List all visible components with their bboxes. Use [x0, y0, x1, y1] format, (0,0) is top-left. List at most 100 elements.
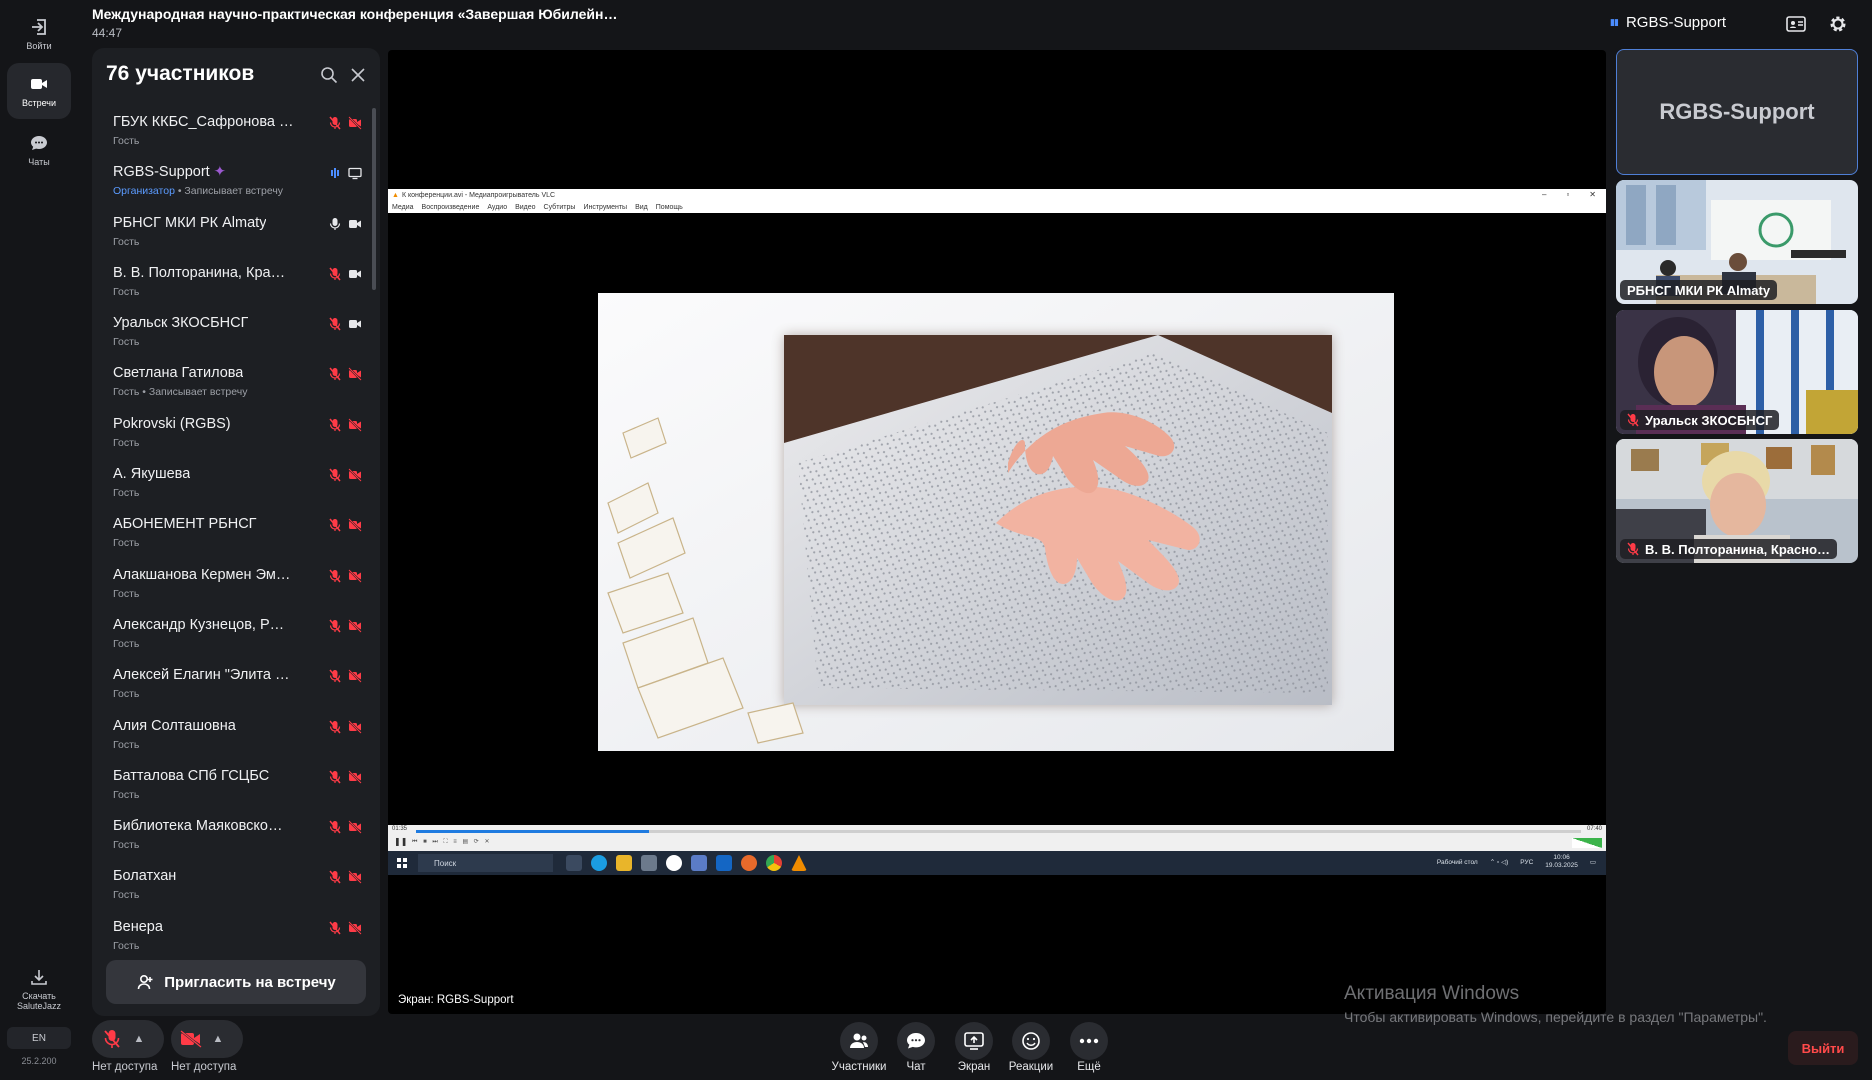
participant-status [328, 770, 362, 784]
participant-role: • Записывает встречу [174, 185, 284, 198]
rail-chats-button[interactable]: Чаты [7, 122, 71, 178]
host-video-tile[interactable]: RGBS-Support [1616, 49, 1858, 175]
participants-button[interactable] [840, 1022, 878, 1060]
participant-role-line: Гость [113, 940, 139, 952]
search-icon[interactable] [320, 66, 338, 84]
participant-name-text: Батталова СПб ГСЦБС [113, 767, 270, 784]
task-view-icon [566, 855, 582, 871]
participant-row[interactable]: Светлана Гатилова Гость • Записывает встр… [92, 355, 380, 405]
participant-name: Александр Кузнецов, Р… [113, 617, 284, 633]
participant-row[interactable]: Уральск ЗКОСБНСГ Гость [92, 305, 380, 355]
tile-label: Уральск ЗКОСБНСГ [1620, 410, 1780, 430]
participant-row[interactable]: Библиотека Маяковско… Гость [92, 808, 380, 858]
leave-button[interactable]: Выйти [1788, 1031, 1858, 1065]
meeting-timer: 44:47 [92, 26, 123, 40]
participants-scrollbar[interactable] [372, 108, 376, 290]
tray-date: 19.03.2025 [1545, 862, 1578, 869]
tray-language: РУС [1520, 858, 1534, 866]
more-button[interactable] [1070, 1022, 1108, 1060]
participant-row[interactable]: АБОНЕМЕНТ РБНСГ Гость [92, 506, 380, 556]
participant-row[interactable]: Венера Гость [92, 909, 380, 959]
store-icon [641, 855, 657, 871]
camera-status-label: Нет доступа [171, 1061, 237, 1073]
video-tile[interactable]: В. В. Полторанина, Красно… [1616, 439, 1858, 563]
participant-name: В. В. Полторанина, Кра… [113, 265, 285, 281]
video-tile[interactable]: Уральск ЗКОСБНСГ [1616, 310, 1858, 434]
participant-name-text: Алакшанова Кермен Эм… [113, 566, 291, 583]
tray-time: 10:06 [1553, 854, 1570, 861]
video-tile[interactable]: РБНСГ МКИ РК Almaty [1616, 180, 1858, 304]
participant-status [328, 870, 362, 885]
participant-role-line: Гость [113, 437, 139, 449]
participant-status [328, 116, 362, 130]
participant-role-line: Гость [113, 336, 139, 348]
chat-button[interactable] [897, 1022, 935, 1060]
windows-activation-watermark: Активация Windows Чтобы активировать Win… [1344, 983, 1767, 1025]
participant-name-text: А. Якушева [113, 466, 191, 483]
download-icon [31, 970, 47, 985]
participant-name: Венера [113, 919, 163, 935]
participant-row[interactable]: А. Якушева Гость [92, 456, 380, 506]
participant-row[interactable]: В. В. Полторанина, Кра… Гость [92, 255, 380, 305]
invite-button[interactable]: Пригласить на встречу [106, 960, 366, 1004]
vlc-volume-icon [1572, 838, 1602, 848]
participant-name: Светлана Гатилова [113, 365, 243, 381]
participant-row[interactable]: Батталова СПб ГСЦБС Гость [92, 758, 380, 808]
participant-name-text: Уральск ЗКОСБНСГ [113, 315, 249, 332]
participant-role-line: Гость [113, 588, 139, 600]
participant-row[interactable]: Болатхан Гость [92, 858, 380, 908]
vlc-menu-item: Аудио [487, 203, 508, 211]
participant-name-text: Александр Кузнецов, Р… [113, 616, 285, 633]
taskbar-search-text: Поиск [434, 858, 457, 868]
camera-off-icon [348, 116, 362, 130]
participant-status [328, 468, 362, 482]
camera-off-icon [180, 1028, 202, 1050]
participant-status [328, 217, 362, 231]
vlc-menu-item: Медиа [392, 203, 414, 211]
mic-control[interactable]: ▲ [92, 1020, 164, 1058]
participant-row[interactable]: ГБУК ККБС_Сафронова … Гость [92, 104, 380, 154]
participant-role-line: Гость [113, 839, 139, 851]
camera-off-icon [348, 770, 362, 784]
vlc-menu-item: Инструменты [583, 203, 628, 211]
participants-list[interactable]: ГБУК ККБС_Сафронова … Гость RGBS-Support ✦… [92, 104, 380, 996]
rail-login-button[interactable]: Войти [7, 6, 71, 62]
participant-status [328, 518, 362, 533]
gear-icon [1830, 16, 1846, 32]
participant-status [328, 267, 362, 281]
close-icon[interactable] [350, 67, 366, 83]
chrome-icon [766, 855, 782, 871]
activation-title: Активация Windows [1344, 983, 1520, 1004]
screen-share-icon [348, 168, 362, 180]
participant-name: АБОНЕМЕНТ РБНСГ [113, 516, 257, 532]
layout-button[interactable] [1784, 12, 1808, 36]
screen-share-button[interactable] [955, 1022, 993, 1060]
settings-button[interactable] [1826, 12, 1850, 36]
vlc-transport-icons: ⏮ ■ ⏭ ⛶ ≡ ▤ ⟳ ✕ [412, 839, 492, 845]
participant-role-line: Гость [113, 487, 139, 499]
participant-name-text: ГБУК ККБС_Сафронова … [113, 114, 294, 130]
chevron-up-icon[interactable]: ▲ [210, 1031, 226, 1047]
audio-level-icon: ▮▮ [1610, 17, 1619, 27]
chevron-up-icon[interactable]: ▲ [131, 1031, 147, 1047]
participant-row[interactable]: Алакшанова Кермен Эм… Гость [92, 557, 380, 607]
participant-row[interactable]: Александр Кузнецов, Р… Гость [92, 607, 380, 657]
reactions-button[interactable] [1012, 1022, 1050, 1060]
download-app-button[interactable]: Скачать SaluteJazz [7, 958, 71, 1020]
participant-row[interactable]: Алексей Елагин "Элита … Гость [92, 657, 380, 707]
rail-meetings-button[interactable]: Встречи [7, 63, 71, 119]
participant-row[interactable]: Pokrovski (RGBS) Гость [92, 406, 380, 456]
participant-role-line: Гость [113, 889, 139, 901]
screen-share-stage: ▲ К конференции.avi - Медиапроигрыватель… [388, 50, 1606, 1014]
mic-muted-icon [1627, 413, 1639, 427]
participant-row[interactable]: Алия Солташовна Гость [92, 708, 380, 758]
camera-off-icon [348, 669, 362, 683]
participant-name-text: Венера [113, 918, 163, 935]
participant-role: Гость [113, 637, 140, 650]
language-switch[interactable]: EN [7, 1027, 71, 1049]
camera-control[interactable]: ▲ [171, 1020, 243, 1058]
participant-row[interactable]: РБНСГ МКИ РК Almaty Гость [92, 205, 380, 255]
windows-taskbar: Поиск Рабочий стол ⌃ ▫ ◁) РУС 10:06 19.0… [388, 851, 1606, 875]
participant-row[interactable]: RGBS-Support ✦ Организатор • Записывает в… [92, 154, 380, 204]
participant-status [328, 367, 362, 382]
